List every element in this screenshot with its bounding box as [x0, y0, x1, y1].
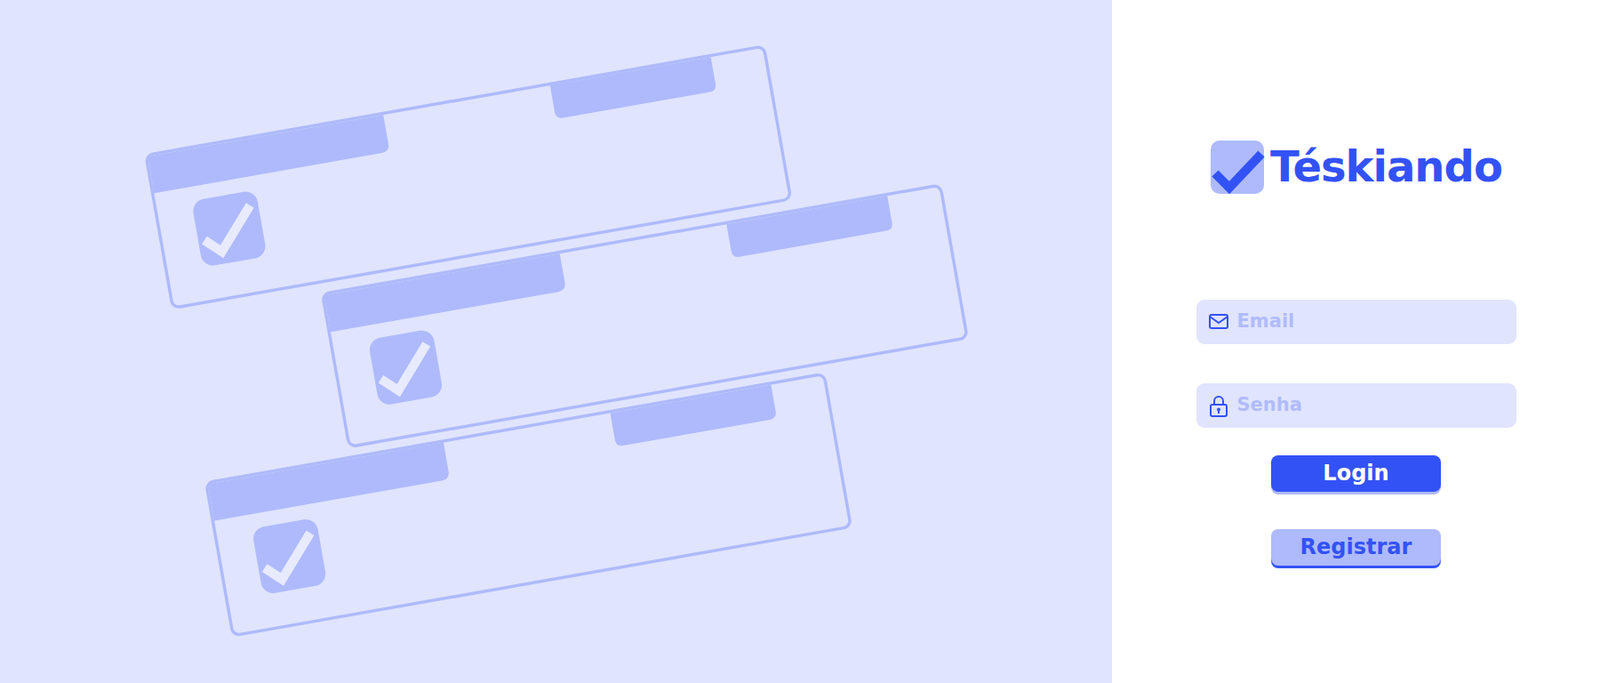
lock-icon	[1207, 393, 1231, 417]
password-input[interactable]	[1237, 384, 1506, 427]
checkbox-icon	[251, 517, 328, 595]
email-input[interactable]	[1237, 300, 1506, 344]
illustration-panel	[0, 0, 1112, 683]
email-field	[1196, 299, 1517, 344]
task-card	[206, 373, 851, 635]
brand-name: Téskiando	[1270, 141, 1503, 193]
button-group: Login Registrar	[1271, 427, 1441, 566]
checkbox-logo-icon	[1209, 139, 1265, 195]
checkbox-icon	[368, 328, 444, 406]
task-cards-illustration	[0, 0, 1112, 683]
envelope-icon	[1207, 310, 1231, 334]
login-panel: Téskiando Login Registrar	[1112, 0, 1600, 683]
task-card	[322, 184, 968, 447]
password-field	[1196, 383, 1517, 428]
register-button[interactable]: Registrar	[1271, 528, 1441, 566]
login-button[interactable]: Login	[1271, 455, 1441, 492]
logo: Téskiando	[1209, 139, 1503, 195]
checkbox-icon	[191, 189, 267, 267]
